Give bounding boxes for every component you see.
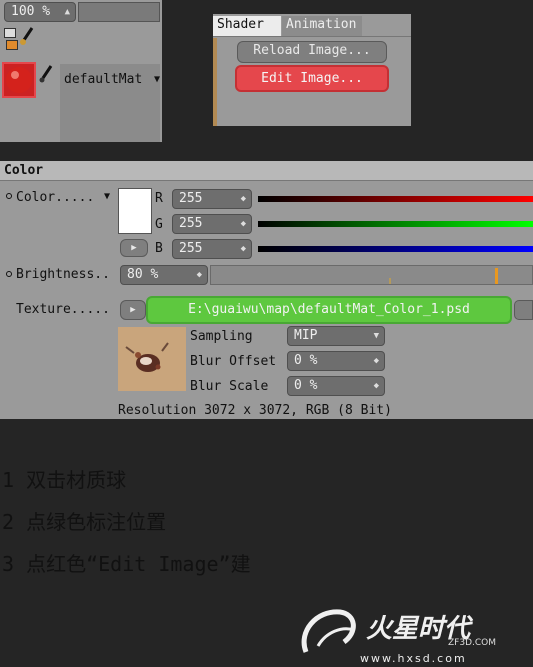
panel-divider xyxy=(213,36,411,37)
texture-label: Texture..... xyxy=(16,302,110,317)
color-header-bar: Color xyxy=(0,161,533,181)
r-value: 255 xyxy=(179,191,203,206)
r-slider[interactable] xyxy=(258,196,533,202)
g-label: G xyxy=(155,217,163,232)
instruction-step-1: 1 双击材质球 xyxy=(2,468,127,492)
node-icon-orange[interactable] xyxy=(6,40,18,50)
color-expand-button[interactable]: ▶ xyxy=(120,239,148,257)
chevron-down-icon: ▼ xyxy=(373,331,379,341)
reload-image-button[interactable]: Reload Image... xyxy=(237,41,387,63)
watermark-logo: 火星时代 ZF3D.COM www.hxsd.com xyxy=(296,600,533,667)
watermark-url: www.hxsd.com xyxy=(360,652,467,665)
edit-image-button[interactable]: Edit Image... xyxy=(235,65,389,92)
brush-icon[interactable] xyxy=(18,26,34,50)
zoom-select[interactable]: 100 % ▲ xyxy=(4,2,76,22)
dropdown-arrow-icon[interactable]: ▼ xyxy=(154,74,160,85)
texture-path: E:\guaiwu\map\defaultMat_Color_1.psd xyxy=(188,302,470,317)
brightness-value: 80 % xyxy=(127,267,159,282)
material-sphere-icon xyxy=(6,67,32,93)
brightness-value-field[interactable]: 80 % ◆ xyxy=(120,265,208,285)
spin-arrows-icon: ◆ xyxy=(240,244,246,254)
animate-dot-icon[interactable] xyxy=(6,271,12,277)
color-swatch[interactable] xyxy=(118,188,152,234)
texture-more-button[interactable] xyxy=(514,300,533,320)
slider-tick xyxy=(389,278,391,284)
material-name: defaultMat xyxy=(64,72,143,87)
animate-dot-icon[interactable] xyxy=(6,193,12,199)
material-manager-panel: 100 % ▲ defaultMat ▼ xyxy=(0,0,162,142)
tab-animation[interactable]: Animation xyxy=(282,16,362,36)
zoom-filler xyxy=(78,2,160,22)
resolution-text: Resolution 3072 x 3072, RGB (8 Bit) xyxy=(118,403,392,418)
node-icon[interactable] xyxy=(4,28,16,38)
instruction-step-3: 3 点红色“Edit Image”建 xyxy=(2,552,251,576)
texture-expand-button[interactable]: ▶ xyxy=(120,300,146,320)
spin-arrows-icon: ◆ xyxy=(196,270,202,280)
sampling-label: Sampling xyxy=(190,329,253,344)
instruction-step-2: 2 点绿色标注位置 xyxy=(2,510,167,534)
color-attributes-panel: Color Color..... ▼ ▶ R 255 ◆ G 255 ◆ B 2… xyxy=(0,161,533,419)
b-label: B xyxy=(155,241,163,256)
material-brush-icon[interactable] xyxy=(38,64,54,86)
color-label: Color..... xyxy=(16,190,95,205)
slider-thumb[interactable] xyxy=(495,268,498,284)
color-dropdown-icon[interactable]: ▼ xyxy=(104,191,110,202)
texture-path-field[interactable]: E:\guaiwu\map\defaultMat_Color_1.psd xyxy=(146,296,512,324)
spin-arrows-icon: ◆ xyxy=(373,356,379,366)
hxsd-logo-icon xyxy=(301,609,356,653)
spin-arrows-icon: ▲ xyxy=(64,7,70,17)
brightness-label: Brightness.. xyxy=(16,267,110,282)
section-title: Color xyxy=(4,163,44,178)
blur-scale-label: Blur Scale xyxy=(190,379,269,394)
b-value-field[interactable]: 255 ◆ xyxy=(172,239,252,259)
g-value: 255 xyxy=(179,216,203,231)
tab-shader[interactable]: Shader xyxy=(213,16,281,36)
zoom-value: 100 % xyxy=(11,4,51,19)
blur-scale-value: 0 % xyxy=(294,378,318,393)
sampling-value: MIP xyxy=(294,328,318,343)
brightness-slider[interactable] xyxy=(210,265,533,285)
shader-panel: Shader Animation Reload Image... Edit Im… xyxy=(213,14,411,126)
b-slider[interactable] xyxy=(258,246,533,252)
blur-offset-label: Blur Offset xyxy=(190,354,277,369)
material-ball-thumbnail[interactable] xyxy=(2,62,36,98)
blur-offset-field[interactable]: 0 % ◆ xyxy=(287,351,385,371)
texture-image xyxy=(118,327,186,391)
sampling-select[interactable]: MIP ▼ xyxy=(287,326,385,346)
r-label: R xyxy=(155,191,163,206)
r-value-field[interactable]: 255 ◆ xyxy=(172,189,252,209)
b-value: 255 xyxy=(179,241,203,256)
blur-offset-value: 0 % xyxy=(294,353,318,368)
blur-scale-field[interactable]: 0 % ◆ xyxy=(287,376,385,396)
spin-arrows-icon: ◆ xyxy=(240,219,246,229)
spin-arrows-icon: ◆ xyxy=(240,194,246,204)
spin-arrows-icon: ◆ xyxy=(373,381,379,391)
left-rule xyxy=(213,38,217,126)
g-value-field[interactable]: 255 ◆ xyxy=(172,214,252,234)
g-slider[interactable] xyxy=(258,221,533,227)
watermark-domain: ZF3D.COM xyxy=(448,638,496,648)
material-name-area[interactable]: defaultMat ▼ xyxy=(60,64,160,142)
texture-thumbnail xyxy=(118,327,186,391)
